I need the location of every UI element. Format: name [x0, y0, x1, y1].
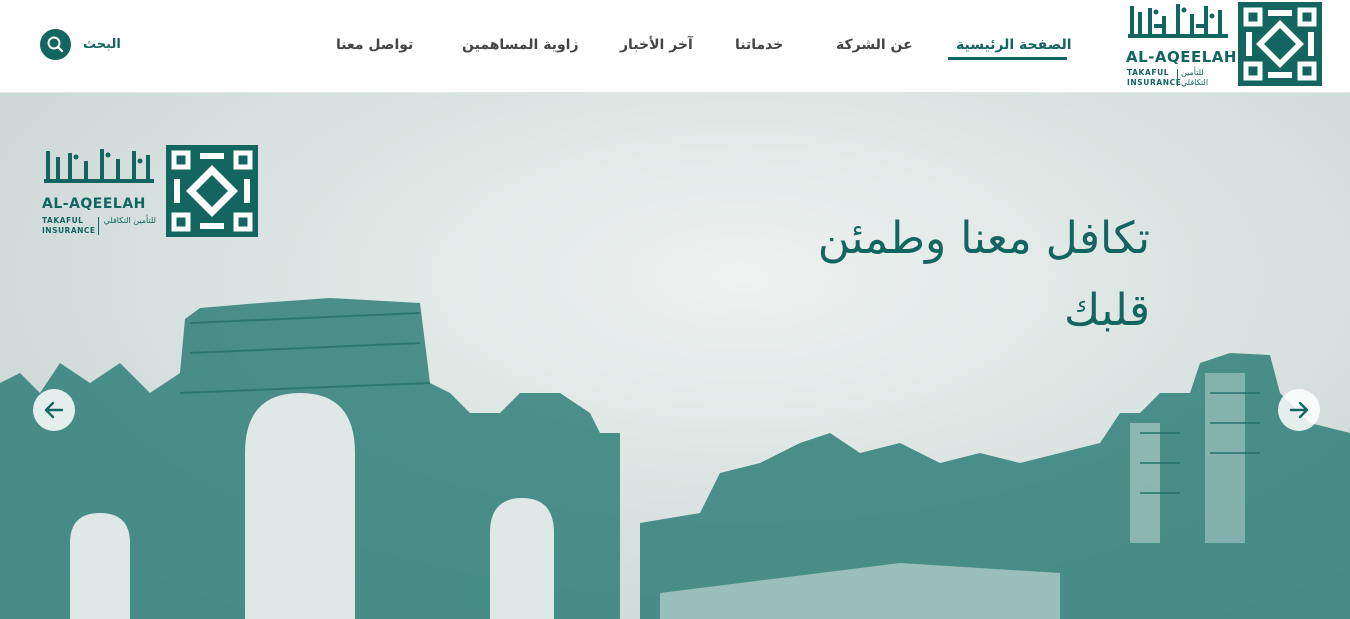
nav-item-about[interactable]: عن الشركة	[836, 36, 913, 54]
nav-item-services[interactable]: خدماتنا	[735, 36, 783, 54]
site-header: AL-AQEELAH TAKAFUL INSURANCE للتأمين الت…	[0, 0, 1350, 93]
hero-title: تكافل معنا وطمئن قلبك	[700, 203, 1150, 347]
hero-logo-sub-en: TAKAFUL INSURANCE	[42, 216, 96, 235]
slider-next-button[interactable]	[1278, 389, 1320, 431]
site-logo[interactable]: AL-AQEELAH TAKAFUL INSURANCE للتأمين الت…	[1126, 2, 1322, 88]
hero-logo-name: AL-AQEELAH	[42, 196, 146, 212]
nav-item-shareholders[interactable]: زاوية المساهمين	[462, 36, 579, 54]
logo-mark-icon	[1238, 2, 1322, 86]
logo-arabic-calligraphy	[1128, 4, 1228, 38]
logo-name-en: AL-AQEELAH	[1126, 48, 1237, 66]
logo-subtitle: TAKAFUL INSURANCE للتأمين التكافلي	[1126, 68, 1232, 88]
arrow-right-icon	[1289, 401, 1309, 419]
logo-sub-ar: للتأمين التكافلي	[1181, 68, 1209, 87]
search-icon	[47, 36, 64, 53]
hero-title-line2: قلبك	[1064, 285, 1150, 336]
search-label[interactable]: البحث	[83, 36, 121, 54]
nav-item-news[interactable]: آخر الأخبار	[620, 36, 693, 54]
nav-item-contact[interactable]: تواصل معنا	[336, 36, 413, 54]
arrow-left-icon	[44, 401, 64, 419]
hero-slider: AL-AQEELAH TAKAFUL INSURANCE للتأمين الت…	[0, 93, 1350, 619]
nav-item-home[interactable]: الصفحة الرئيسية	[956, 36, 1072, 54]
logo-sub-en: TAKAFUL INSURANCE	[1127, 68, 1182, 87]
search-button[interactable]	[40, 29, 71, 60]
hero-logo-sub-ar: للتأمين التكافلي	[103, 216, 156, 225]
slider-prev-button[interactable]	[33, 389, 75, 431]
nav-active-underline	[948, 57, 1067, 60]
hero-title-line1: تكافل معنا وطمئن	[817, 213, 1150, 264]
logo-divider	[1177, 69, 1178, 86]
hero-logo-divider	[98, 217, 99, 235]
